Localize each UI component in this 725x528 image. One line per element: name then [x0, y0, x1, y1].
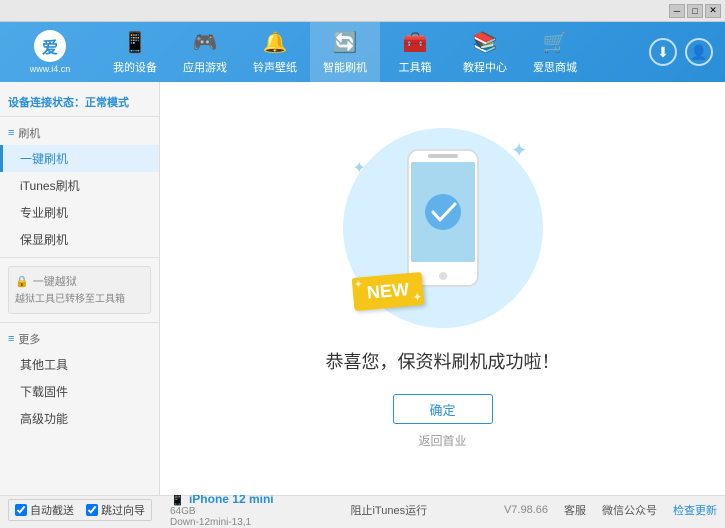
sidebar: 设备连接状态：正常模式 ≡ 刷机 一键刷机 iTunes刷机 专业刷机 保显刷机… — [0, 82, 160, 495]
sidebar-item-keep-data-flash[interactable]: 保显刷机 — [0, 226, 159, 253]
sidebar-item-one-click-flash[interactable]: 一键刷机 — [0, 145, 159, 172]
app-games-label: 应用游戏 — [183, 59, 227, 75]
jailbreak-title: 🔒 一键越狱 — [15, 273, 144, 289]
logo-subtext: www.i4.cn — [30, 64, 71, 74]
nav-item-ringtone[interactable]: 🔔 铃声壁纸 — [240, 22, 310, 82]
content-area: ✦ ✦ NEW 恭喜您，保资料刷机成功啦！ 确定 返回首业 — [160, 82, 725, 495]
store-icon: 🛒 — [543, 30, 568, 55]
nav-item-toolbox[interactable]: 🧰 工具箱 — [380, 22, 450, 82]
divider-1 — [0, 257, 159, 258]
wechat-public-link[interactable]: 微信公众号 — [602, 502, 657, 518]
phone-illustration: ✦ ✦ NEW — [343, 128, 543, 328]
confirm-button[interactable]: 确定 — [393, 394, 493, 424]
start-over-link[interactable]: 返回首业 — [418, 432, 466, 449]
sparkle-right-icon: ✦ — [511, 138, 528, 163]
my-device-label: 我的设备 — [113, 59, 157, 75]
logo-icon: 爱 — [34, 30, 66, 62]
status-value: 正常模式 — [85, 97, 129, 109]
more-section-title: ≡ 更多 — [0, 327, 159, 351]
checkbox-group: 自动截送 跳过向导 — [8, 499, 152, 521]
device-status: 设备连接状态：正常模式 — [0, 90, 159, 117]
skip-wizard-checkbox[interactable]: 跳过向导 — [86, 502, 145, 518]
title-bar: ─ □ ✕ — [0, 0, 725, 22]
top-nav: 爱 www.i4.cn 📱 我的设备 🎮 应用游戏 🔔 铃声壁纸 🔄 智能刷机 … — [0, 22, 725, 82]
my-device-icon: 📱 — [123, 30, 148, 55]
window-controls: ─ □ ✕ — [669, 4, 721, 18]
nav-item-store[interactable]: 🛒 爱思商城 — [520, 22, 590, 82]
toolbox-icon: 🧰 — [403, 30, 428, 55]
new-badge: NEW — [351, 272, 424, 311]
auto-send-input[interactable] — [15, 504, 27, 516]
smart-flash-label: 智能刷机 — [323, 59, 367, 75]
store-label: 爱思商城 — [533, 59, 577, 75]
nav-right: ⬇ 👤 — [649, 38, 725, 66]
close-button[interactable]: ✕ — [705, 4, 721, 18]
device-model: Down-12mini-13,1 — [170, 517, 274, 528]
smart-flash-icon: 🔄 — [333, 30, 358, 55]
bottom-right: V7.98.66 客服 微信公众号 检查更新 — [504, 502, 717, 518]
customer-service-link[interactable]: 客服 — [564, 502, 586, 518]
ringtone-icon: 🔔 — [263, 30, 288, 55]
nav-item-app-games[interactable]: 🎮 应用游戏 — [170, 22, 240, 82]
sidebar-item-pro-flash[interactable]: 专业刷机 — [0, 199, 159, 226]
divider-2 — [0, 322, 159, 323]
phone-svg — [403, 148, 483, 288]
minimize-button[interactable]: ─ — [669, 4, 685, 18]
logo-area: 爱 www.i4.cn — [0, 26, 100, 78]
flash-section-title: ≡ 刷机 — [0, 121, 159, 145]
bottom-bar: 自动截送 跳过向导 📱 iPhone 12 mini 64GB Down-12m… — [0, 495, 725, 523]
check-update-button[interactable]: 检查更新 — [673, 502, 717, 518]
skip-wizard-input[interactable] — [86, 504, 98, 516]
status-label: 设备连接状态： — [8, 97, 85, 109]
main-layout: 设备连接状态：正常模式 ≡ 刷机 一键刷机 iTunes刷机 专业刷机 保显刷机… — [0, 82, 725, 495]
device-details: 64GB — [170, 506, 274, 517]
sidebar-item-download-firmware[interactable]: 下载固件 — [0, 378, 159, 405]
sidebar-item-other-tools[interactable]: 其他工具 — [0, 351, 159, 378]
nav-item-tutorial[interactable]: 📚 教程中心 — [450, 22, 520, 82]
sidebar-item-advanced[interactable]: 高级功能 — [0, 405, 159, 432]
device-info: 📱 iPhone 12 mini 64GB Down-12mini-13,1 — [170, 492, 274, 528]
nav-items: 📱 我的设备 🎮 应用游戏 🔔 铃声壁纸 🔄 智能刷机 🧰 工具箱 📚 教程中心… — [100, 22, 649, 82]
maximize-button[interactable]: □ — [687, 4, 703, 18]
lock-icon: 🔒 — [15, 275, 29, 288]
toolbox-label: 工具箱 — [399, 59, 432, 75]
user-button[interactable]: 👤 — [685, 38, 713, 66]
jailbreak-notice: 越狱工具已转移至工具箱 — [15, 293, 144, 307]
more-section-icon: ≡ — [8, 333, 14, 345]
version-text: V7.98.66 — [504, 504, 548, 516]
auto-send-checkbox[interactable]: 自动截送 — [15, 502, 74, 518]
success-message: 恭喜您，保资料刷机成功啦！ — [326, 348, 560, 374]
jailbreak-section: 🔒 一键越狱 越狱工具已转移至工具箱 — [8, 266, 151, 314]
download-button[interactable]: ⬇ — [649, 38, 677, 66]
sidebar-item-itunes-flash[interactable]: iTunes刷机 — [0, 172, 159, 199]
nav-item-my-device[interactable]: 📱 我的设备 — [100, 22, 170, 82]
tutorial-label: 教程中心 — [463, 59, 507, 75]
ringtone-label: 铃声壁纸 — [253, 59, 297, 75]
stop-itunes-button[interactable]: 阻止iTunes运行 — [350, 502, 427, 518]
app-games-icon: 🎮 — [193, 30, 218, 55]
tutorial-icon: 📚 — [473, 30, 498, 55]
flash-section-icon: ≡ — [8, 127, 14, 139]
bottom-middle: 阻止iTunes运行 — [350, 502, 427, 518]
nav-item-smart-flash[interactable]: 🔄 智能刷机 — [310, 22, 380, 82]
sparkle-left-icon: ✦ — [353, 158, 366, 178]
bottom-left: 自动截送 跳过向导 📱 iPhone 12 mini 64GB Down-12m… — [8, 492, 274, 528]
